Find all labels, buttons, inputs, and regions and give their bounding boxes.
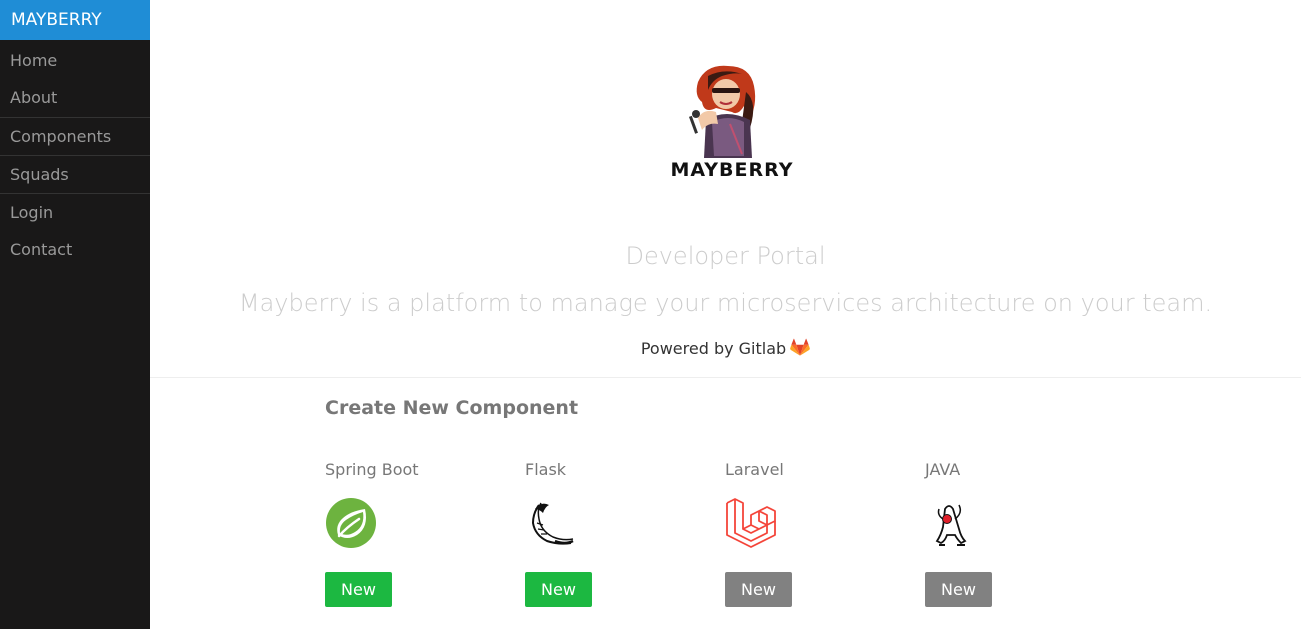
powered-by: Powered by Gitlab — [150, 338, 1301, 358]
nav-item-login[interactable]: Login — [0, 193, 150, 231]
nav-item-components[interactable]: Components — [0, 117, 150, 155]
page-subtitle: Mayberry is a platform to manage your mi… — [238, 289, 1213, 317]
sidebar: MAYBERRY Home About Components Squads Lo… — [0, 0, 150, 629]
flask-icon — [531, 502, 574, 545]
nav-item-squads[interactable]: Squads — [0, 155, 150, 193]
page-title: Developer Portal — [625, 242, 826, 270]
section-title: Create New Component — [325, 397, 579, 419]
header: MAYBERRY Developer Portal Mayberry is a … — [150, 0, 1301, 378]
gitlab-icon — [790, 338, 811, 356]
new-flask-button[interactable]: New — [525, 572, 592, 607]
laravel-icon — [726, 498, 776, 548]
component-name: Flask — [525, 460, 567, 479]
nav-item-home[interactable]: Home — [0, 40, 150, 79]
component-name: JAVA — [925, 460, 961, 479]
brand-link[interactable]: MAYBERRY — [0, 0, 150, 40]
mayberry-logo: MAYBERRY — [671, 65, 794, 181]
new-laravel-button[interactable]: New — [725, 572, 792, 607]
powered-by-text: Powered by Gitlab — [640, 339, 787, 358]
nav-item-about[interactable]: About — [0, 79, 150, 117]
component-name: Laravel — [725, 460, 784, 479]
nav-item-contact[interactable]: Contact — [0, 231, 150, 269]
svg-text:MAYBERRY: MAYBERRY — [671, 159, 794, 181]
spring-boot-icon — [326, 498, 376, 548]
component-card-flask: Flask New — [525, 460, 715, 607]
component-card-spring-boot: Spring Boot New — [325, 460, 515, 607]
nav-menu: Home About Components Squads Login Conta… — [0, 40, 150, 269]
new-spring-boot-button[interactable]: New — [325, 572, 392, 607]
component-name: Spring Boot — [325, 460, 419, 479]
component-card-laravel: Laravel New — [725, 460, 915, 607]
new-java-button[interactable]: New — [925, 572, 992, 607]
java-duke-icon — [935, 504, 967, 546]
component-card-java: JAVA New — [925, 460, 1115, 607]
main-content: MAYBERRY Developer Portal Mayberry is a … — [150, 0, 1301, 629]
